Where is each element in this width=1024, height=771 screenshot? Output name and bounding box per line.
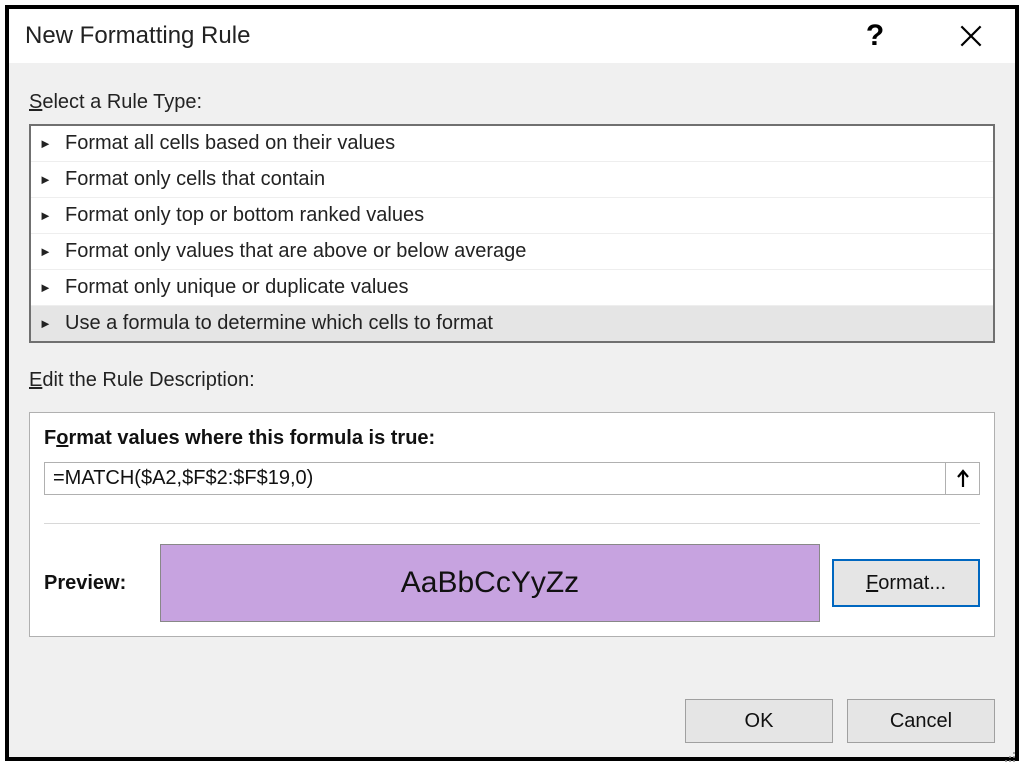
arrow-icon: ► [39,244,57,259]
arrow-icon: ► [39,172,57,187]
rule-type-list[interactable]: ►Format all cells based on their values … [29,124,995,343]
preview-box: AaBbCcYyZz [160,544,820,622]
new-formatting-rule-dialog: New Formatting Rule ? Select a Rule Type… [5,5,1019,761]
preview-row: Preview: AaBbCcYyZz Format... [44,544,980,622]
arrow-icon: ► [39,136,57,151]
separator [44,523,980,524]
help-button[interactable]: ? [847,9,903,63]
ok-button[interactable]: OK [685,699,833,743]
close-icon [960,25,982,47]
dialog-title: New Formatting Rule [25,22,847,50]
formula-heading: Format values where this formula is true… [44,427,980,450]
arrow-up-icon [953,469,973,489]
close-button[interactable] [943,9,999,63]
rule-type-item[interactable]: ►Format only top or bottom ranked values [31,198,993,234]
rule-type-item[interactable]: ►Format only values that are above or be… [31,234,993,270]
titlebar: New Formatting Rule ? [9,9,1015,63]
dialog-button-row: OK Cancel [9,685,1015,757]
rule-type-item[interactable]: ►Format only cells that contain [31,162,993,198]
dialog-content: Select a Rule Type: ►Format all cells ba… [9,63,1015,685]
arrow-icon: ► [39,208,57,223]
arrow-icon: ► [39,280,57,295]
resize-grip-icon[interactable] [1002,749,1016,763]
formula-row [44,462,980,495]
format-button[interactable]: Format... [832,559,980,607]
cancel-button[interactable]: Cancel [847,699,995,743]
rule-description-panel: Format values where this formula is true… [29,412,995,637]
rule-type-item[interactable]: ►Format only unique or duplicate values [31,270,993,306]
rule-type-item-selected[interactable]: ►Use a formula to determine which cells … [31,306,993,341]
collapse-dialog-button[interactable] [946,462,980,495]
preview-label: Preview: [44,572,148,595]
arrow-icon: ► [39,316,57,331]
rule-description-label: Edit the Rule Description: [29,369,995,392]
rule-type-item[interactable]: ►Format all cells based on their values [31,126,993,162]
rule-type-label: Select a Rule Type: [29,91,995,114]
formula-input[interactable] [44,462,946,495]
